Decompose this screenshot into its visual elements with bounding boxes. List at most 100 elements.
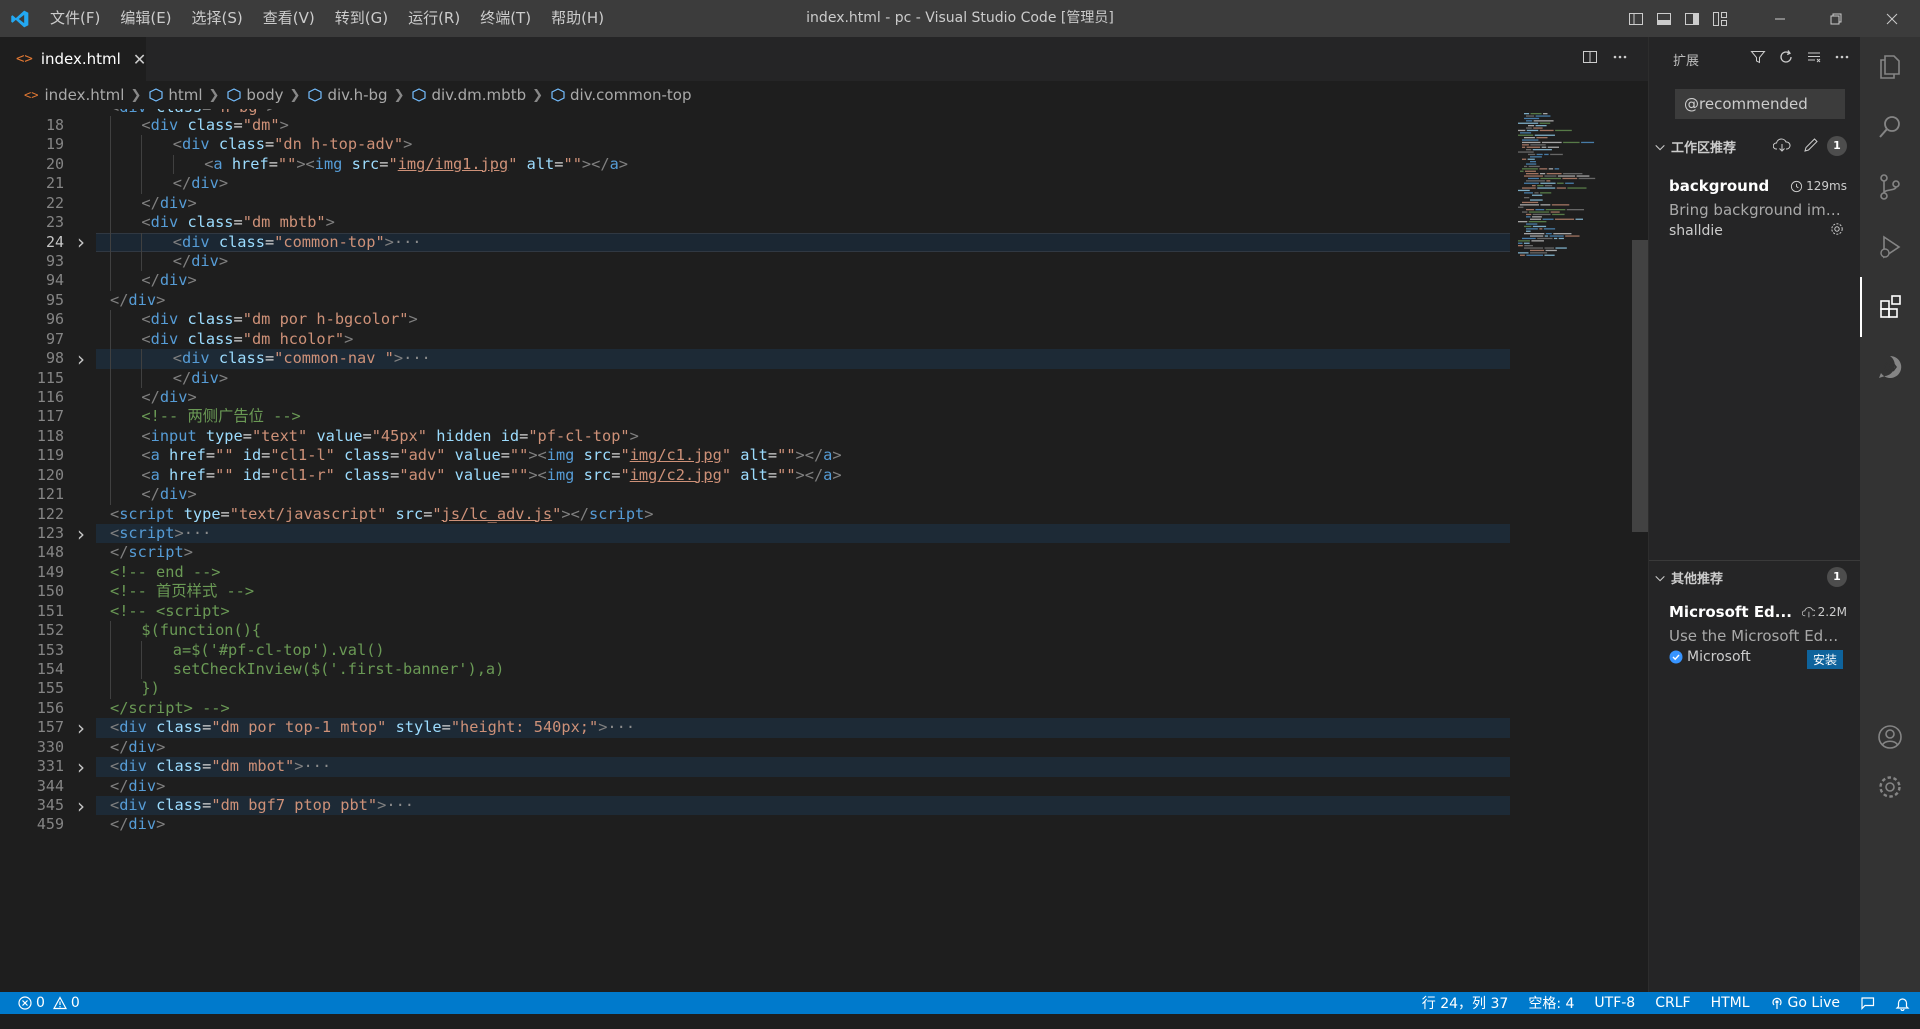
tab-index-html[interactable]: <> index.html ✕ (0, 37, 146, 81)
minimap-line (1526, 180, 1545, 182)
indentation[interactable]: 空格: 4 (1518, 993, 1584, 1013)
minimap-line (1524, 175, 1543, 177)
line-number: 123 (36, 524, 64, 543)
extension-author: shalldie (1669, 223, 1723, 239)
minimap-line (1544, 153, 1549, 156)
fold-chevron-right-icon[interactable]: › (74, 716, 88, 740)
minimap-line (1539, 122, 1551, 124)
line-number: 20 (45, 154, 64, 173)
tab-close-icon[interactable]: ✕ (133, 50, 146, 69)
workspace-recommendations-header[interactable]: ⌵ 工作区推荐 1 (1649, 133, 1861, 159)
breadcrumb-file[interactable]: <> index.html (24, 86, 124, 104)
search-icon[interactable] (1860, 97, 1920, 157)
extensions-search-input[interactable] (1675, 89, 1845, 119)
line-number: 94 (45, 271, 64, 290)
minimap-line (1520, 204, 1539, 206)
breadcrumb: <> index.html ❯ html ❯ body ❯ div.h-bg ❯… (0, 81, 1648, 109)
install-workspace-icon[interactable] (1772, 137, 1791, 157)
indent-guide (110, 621, 111, 641)
go-live-button[interactable]: Go Live (1760, 995, 1850, 1011)
breadcrumb-html[interactable]: html (147, 86, 203, 104)
live-preview-icon[interactable] (1860, 337, 1920, 397)
minimap-line (1536, 153, 1543, 156)
refresh-icon[interactable] (1778, 49, 1794, 69)
minimap-line (1518, 206, 1524, 208)
breadcrumb-div-h-bg[interactable]: div.h-bg (306, 86, 388, 104)
code-line: </script> (110, 543, 193, 562)
minimize-icon[interactable] (1752, 0, 1808, 37)
menu-edit[interactable]: 编辑(E) (110, 0, 181, 37)
code-line: <div class="common-top">··· (172, 232, 422, 251)
menu-terminal[interactable]: 终端(T) (470, 0, 541, 37)
toggle-panel-icon[interactable] (1650, 0, 1678, 37)
language-mode[interactable]: HTML (1701, 995, 1760, 1011)
minimap-line (1530, 218, 1542, 220)
clear-search-icon[interactable] (1806, 49, 1822, 69)
menu-go[interactable]: 转到(G) (325, 0, 398, 37)
code-editor[interactable]: <div class="h-bg">18<div class="dm">19<d… (0, 109, 1648, 992)
extension-item-background[interactable]: background 129ms Bring background ima...… (1649, 177, 1861, 249)
title-bar: 文件(F) 编辑(E) 选择(S) 查看(V) 转到(G) 运行(R) 终端(T… (0, 0, 1920, 37)
minimap[interactable] (1516, 109, 1634, 992)
minimap-line (1546, 173, 1562, 175)
fold-chevron-right-icon[interactable]: › (74, 794, 88, 818)
breadcrumb-body[interactable]: body (225, 86, 284, 104)
indent-guide (110, 213, 111, 233)
notifications-bell-icon[interactable] (1885, 996, 1920, 1011)
more-actions-icon[interactable] (1612, 49, 1628, 69)
breadcrumb-div-common-top[interactable]: div.common-top (549, 86, 692, 104)
menu-selection[interactable]: 选择(S) (182, 0, 253, 37)
menu-run[interactable]: 运行(R) (398, 0, 470, 37)
restore-icon[interactable] (1808, 0, 1864, 37)
extensions-icon[interactable] (1860, 277, 1920, 337)
other-recommendations-header[interactable]: ⌵ 其他推荐 1 (1649, 564, 1861, 590)
minimap-line (1522, 158, 1527, 160)
manage-gear-icon[interactable] (1860, 757, 1920, 817)
menu-view[interactable]: 查看(V) (253, 0, 325, 37)
activation-time-value: 129ms (1806, 179, 1847, 193)
edit-icon[interactable] (1803, 137, 1819, 157)
minimap-line (1539, 129, 1554, 132)
line-number: 148 (36, 543, 64, 562)
line-number: 18 (45, 116, 64, 134)
filter-icon[interactable] (1750, 49, 1766, 69)
customize-layout-icon[interactable] (1706, 0, 1734, 37)
element-icon (412, 88, 427, 102)
end-of-line[interactable]: CRLF (1645, 995, 1700, 1011)
breadcrumb-div-dm-mbtb[interactable]: div.dm.mbtb (410, 86, 526, 104)
source-control-icon[interactable] (1860, 157, 1920, 217)
fold-chevron-right-icon[interactable]: › (74, 347, 88, 371)
minimap-line (1542, 218, 1554, 220)
close-window-icon[interactable] (1864, 0, 1920, 37)
minimap-line (1524, 225, 1532, 228)
fold-chevron-right-icon[interactable]: › (74, 230, 88, 254)
minimap-line (1528, 153, 1536, 156)
cursor-position[interactable]: 行 24，列 37 (1412, 993, 1519, 1013)
toggle-primary-sidebar-icon[interactable] (1622, 0, 1650, 37)
line-number: 120 (36, 465, 64, 484)
more-actions-icon[interactable] (1834, 49, 1850, 69)
problems-indicator[interactable]: 0 0 (0, 995, 80, 1011)
minimap-line (1540, 173, 1546, 175)
code-line: <div class="dn h-top-adv"> (172, 135, 413, 154)
fold-chevron-right-icon[interactable]: › (74, 755, 88, 779)
split-editor-icon[interactable] (1582, 49, 1598, 69)
fold-chevron-right-icon[interactable]: › (74, 522, 88, 546)
minimap-line (1526, 216, 1531, 218)
feedback-icon[interactable] (1850, 996, 1885, 1011)
run-and-debug-icon[interactable] (1860, 217, 1920, 277)
html-file-icon: <> (24, 88, 39, 102)
toggle-secondary-sidebar-icon[interactable] (1678, 0, 1706, 37)
encoding[interactable]: UTF-8 (1584, 995, 1645, 1011)
explorer-icon[interactable] (1860, 37, 1920, 97)
manage-gear-icon[interactable] (1829, 221, 1845, 241)
scrollbar-thumb[interactable] (1632, 240, 1648, 532)
menu-file[interactable]: 文件(F) (40, 0, 110, 37)
line-number: 19 (45, 135, 64, 154)
menu-help[interactable]: 帮助(H) (541, 0, 614, 37)
line-number: 116 (36, 388, 64, 407)
extension-item-microsoft-edge[interactable]: Microsoft Ed... 2.2M Use the Microsoft E… (1649, 603, 1861, 675)
install-button[interactable]: 安装 (1806, 650, 1843, 669)
minimap-line (1533, 120, 1554, 122)
chevron-down-icon: ⌵ (1655, 569, 1665, 584)
